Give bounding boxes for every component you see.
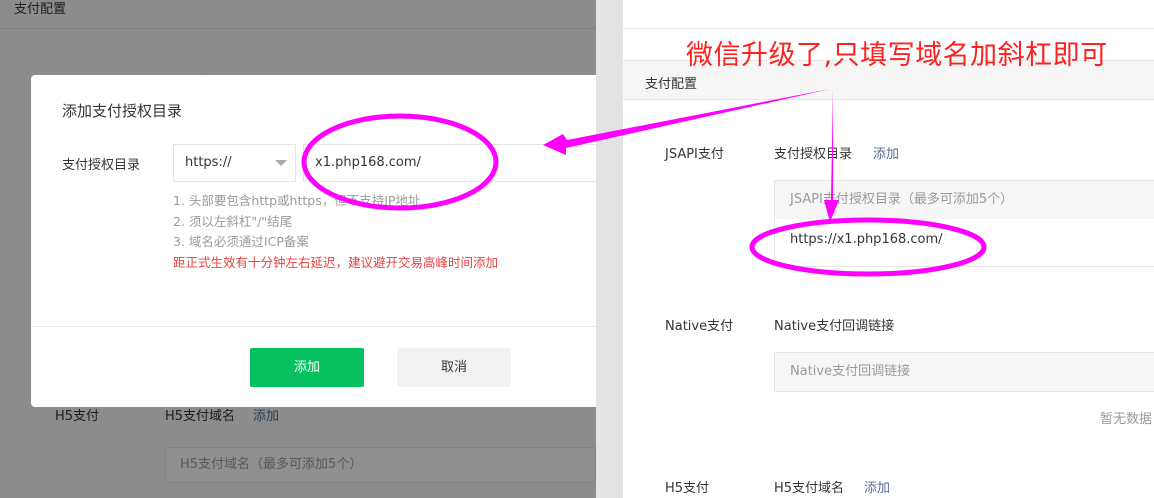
section-title: 支付配置 xyxy=(645,77,698,92)
right-screenshot: 支付配置 JSAPI支付 支付授权目录 添加 JSAPI支付授权目录（最多可添加… xyxy=(622,0,1154,498)
dialog-footer-divider xyxy=(31,326,596,327)
tip-warning: 距正式生效有十分钟左右延迟，建议避开交易高峰时间添加 xyxy=(173,254,499,270)
jsapi-dir-entry: https://x1.php168.com/ xyxy=(774,219,1154,267)
tip-line: 1. 头部要包含http或https，但不支持IP地址 xyxy=(173,193,421,208)
native-label: Native支付 xyxy=(665,319,734,334)
native-callback-placeholder[interactable]: Native支付回调链接 xyxy=(774,352,1154,392)
native-sublabel: Native支付回调链接 xyxy=(774,319,895,334)
tip-line: 3. 域名必须通过ICP备案 xyxy=(173,234,309,249)
auth-dir-input[interactable]: x1.php168.com/ xyxy=(303,144,596,182)
protocol-select[interactable]: https:// xyxy=(173,144,296,182)
caret-down-icon xyxy=(275,160,287,166)
h5-add-link[interactable]: 添加 xyxy=(864,477,890,496)
top-divider xyxy=(623,28,1154,29)
jsapi-dir-placeholder[interactable]: JSAPI支付授权目录（最多可添加5个） xyxy=(774,180,1154,220)
jsapi-sublabel: 支付授权目录 xyxy=(774,147,853,162)
protocol-select-value: https:// xyxy=(185,155,232,170)
add-button[interactable]: 添加 xyxy=(250,348,364,387)
annotation-caption: 微信升级了,只填写域名加斜杠即可 xyxy=(686,40,1108,71)
panel-gap xyxy=(596,0,622,498)
auth-dir-label: 支付授权目录 xyxy=(62,158,141,173)
native-empty-text: 暂无数据 xyxy=(1100,412,1153,427)
h5-sublabel: H5支付域名 xyxy=(774,481,845,496)
dialog-title: 添加支付授权目录 xyxy=(62,102,183,120)
tip-line: 2. 须以左斜杠"/"结尾 xyxy=(173,213,293,229)
cancel-button[interactable]: 取消 xyxy=(397,348,511,387)
left-screenshot: 支付配置 JSAPI支付 支付授权目录 添加 H5支付 H5支付域名 添加 H5… xyxy=(0,0,596,498)
h5-label: H5支付 xyxy=(665,481,710,496)
add-auth-dir-dialog: 添加支付授权目录 支付授权目录 https:// x1.php168.com/ … xyxy=(31,75,596,407)
jsapi-label: JSAPI支付 xyxy=(665,147,724,162)
dialog-tips: 1. 头部要包含http或https，但不支持IP地址 2. 须以左斜杠"/"结… xyxy=(173,191,498,273)
jsapi-add-link[interactable]: 添加 xyxy=(873,143,899,162)
